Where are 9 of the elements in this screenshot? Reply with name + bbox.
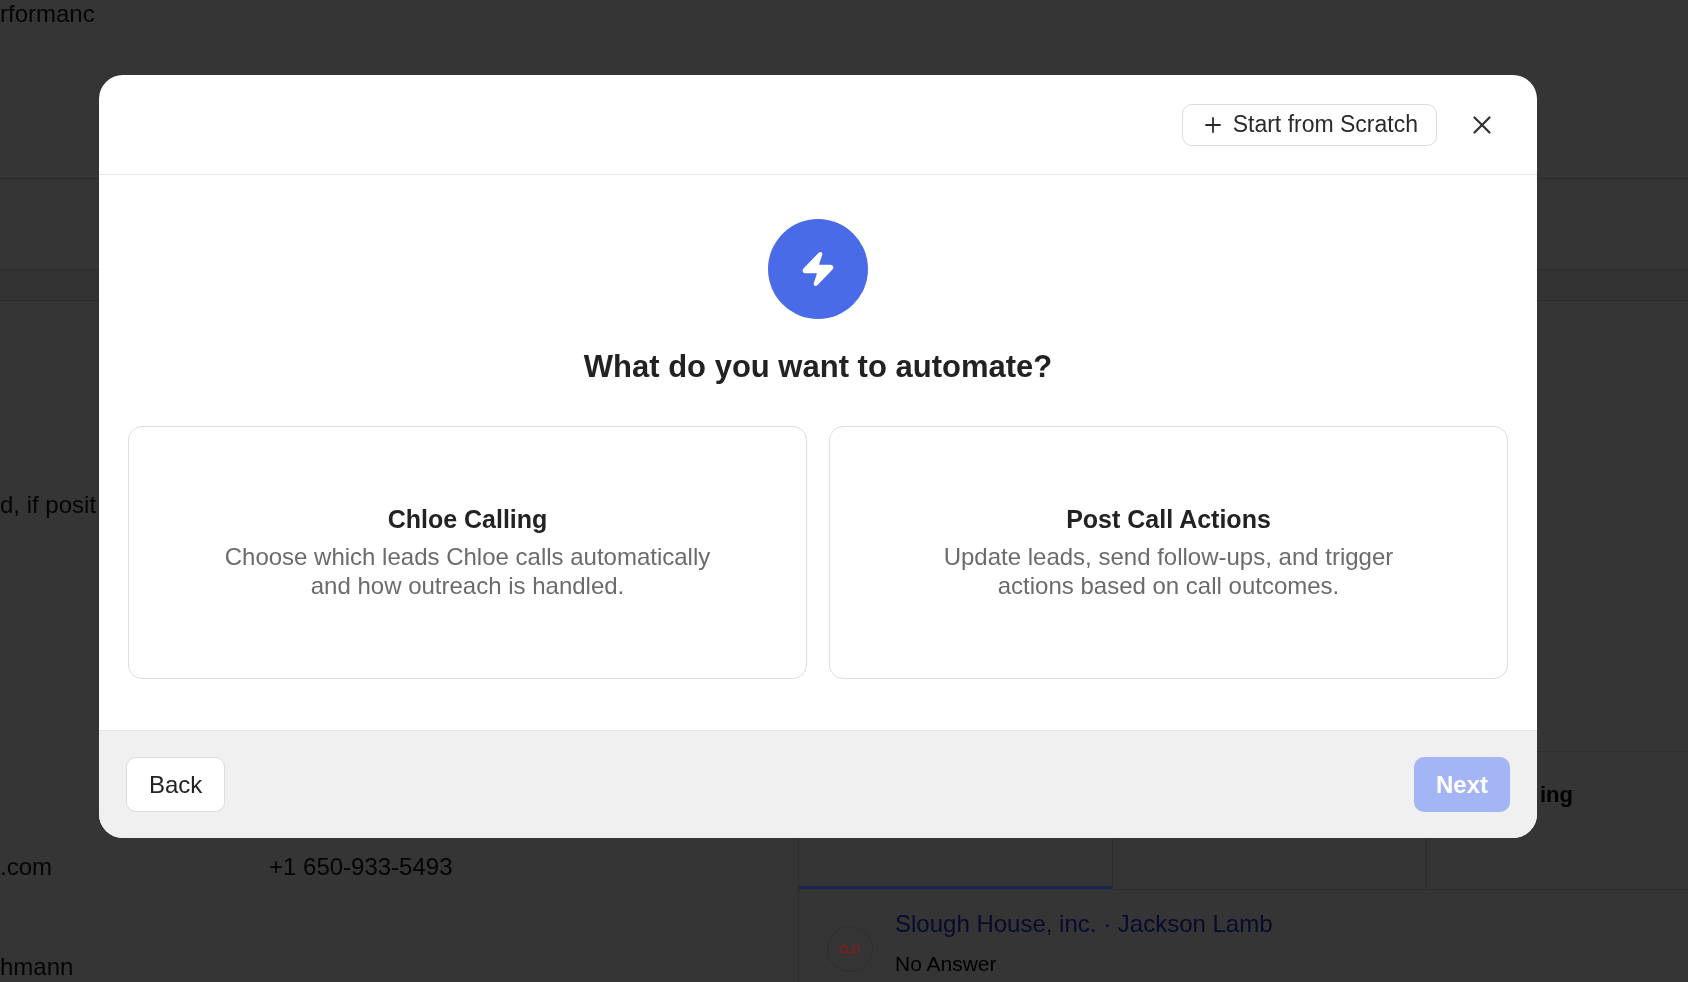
option-description: Update leads, send follow-ups, and trigger actions based on call outcomes. bbox=[942, 542, 1395, 600]
option-card[interactable]: Post Call Actions Update leads, send follow-ups, and trigger actions based on call outcomes. bbox=[829, 426, 1508, 679]
back-button[interactable]: Back bbox=[126, 757, 226, 812]
option-title: Chloe Calling bbox=[387, 505, 548, 534]
option-description: Choose which leads Chloe calls automatically and how outreach is handled. bbox=[223, 542, 712, 600]
start-from-scratch-button[interactable]: Start from Scratch bbox=[1181, 103, 1437, 146]
option-card[interactable]: Chloe Calling Choose which leads Chloe calls automatically and how outreach is handled. bbox=[128, 426, 807, 679]
option-title: Post Call Actions bbox=[1066, 505, 1271, 534]
dialog-heading: What do you want to automate? bbox=[583, 349, 1053, 385]
